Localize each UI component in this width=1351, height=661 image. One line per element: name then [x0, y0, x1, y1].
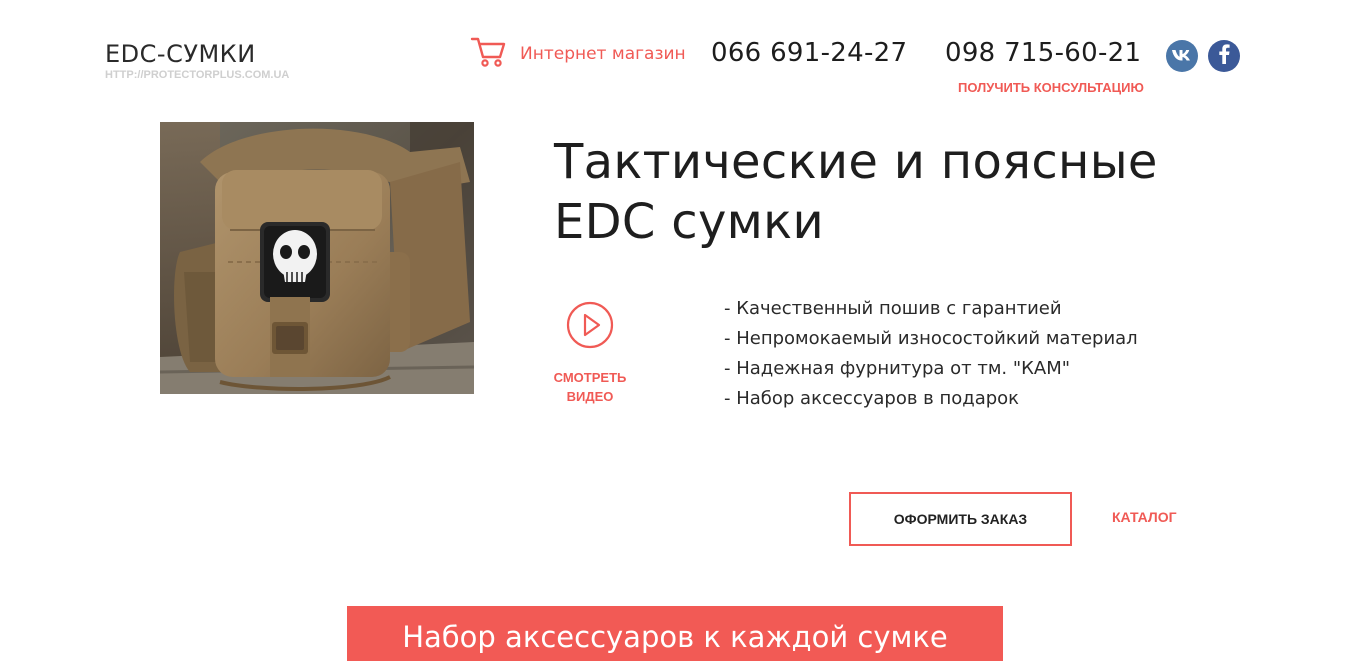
hero-headline: Тактические и поясные EDC сумки: [554, 132, 1274, 252]
vk-icon: [1171, 47, 1193, 66]
facebook-button[interactable]: [1208, 40, 1240, 72]
catalog-link[interactable]: КАТАЛОГ: [1112, 509, 1177, 525]
phone-number-2[interactable]: 098 715-60-21: [945, 38, 1141, 68]
vk-button[interactable]: [1166, 40, 1198, 72]
watch-video-button[interactable]: СМОТРЕТЬ ВИДЕО: [540, 300, 640, 406]
hero-headline-line-1: Тактические и поясные: [554, 134, 1158, 190]
watch-video-label-line-2: ВИДЕО: [566, 389, 614, 404]
facebook-icon: [1217, 44, 1231, 68]
feature-item: - Непромокаемый износостойкий материал: [724, 328, 1138, 349]
phone-number-1[interactable]: 066 691-24-27: [711, 38, 907, 68]
logo-title[interactable]: EDC-СУМКИ: [105, 40, 256, 68]
shopping-cart-icon: [470, 35, 506, 73]
online-shop-link[interactable]: Интернет магазин: [470, 36, 686, 72]
play-icon: [565, 300, 615, 354]
feature-item: - Качественный пошив с гарантией: [724, 298, 1062, 319]
online-shop-label: Интернет магазин: [520, 44, 686, 64]
watch-video-label-line-1: СМОТРЕТЬ: [553, 370, 627, 385]
feature-item: - Надежная фурнитура от тм. "КАМ": [724, 358, 1071, 379]
accessories-banner-text: Набор аксессуаров к каждой сумке: [402, 619, 948, 654]
feature-list: - Качественный пошив с гарантией - Непро…: [724, 294, 1138, 414]
watch-video-label: СМОТРЕТЬ ВИДЕО: [554, 368, 627, 406]
feature-item: - Набор аксессуаров в подарок: [724, 388, 1020, 409]
logo-url[interactable]: HTTP://PROTECTORPLUS.COM.UA: [105, 69, 289, 81]
place-order-button[interactable]: ОФОРМИТЬ ЗАКАЗ: [849, 492, 1072, 546]
hero-headline-line-2: EDC сумки: [554, 194, 824, 250]
accessories-banner: Набор аксессуаров к каждой сумке: [347, 606, 1003, 661]
product-image: [160, 122, 474, 394]
get-consultation-link[interactable]: ПОЛУЧИТЬ КОНСУЛЬТАЦИЮ: [958, 80, 1144, 95]
